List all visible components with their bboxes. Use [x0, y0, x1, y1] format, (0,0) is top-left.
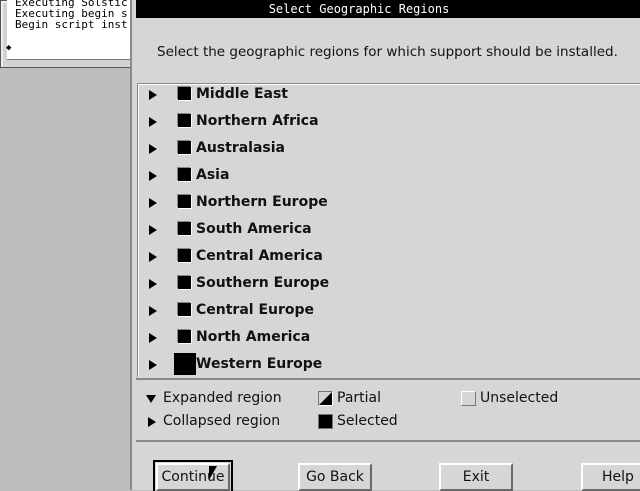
region-checkbox[interactable] — [178, 168, 191, 181]
collapsed-arrow-icon[interactable] — [149, 279, 157, 289]
region-row-central-america: Central America — [138, 246, 638, 268]
region-row-middle-east: Middle East — [138, 84, 638, 106]
region-label[interactable]: South America — [196, 221, 312, 237]
region-row-north-america: North America — [138, 327, 638, 349]
region-label[interactable]: Northern Africa — [196, 113, 319, 129]
region-label[interactable]: Central Europe — [196, 302, 314, 318]
region-row-central-europe: Central Europe — [138, 300, 638, 322]
dialog-titlebar[interactable]: Select Geographic Regions — [136, 0, 640, 18]
region-label[interactable]: Central America — [196, 248, 323, 264]
dialog-title: Select Geographic Regions — [268, 2, 450, 16]
region-checkbox[interactable] — [178, 222, 191, 235]
region-label[interactable]: Asia — [196, 167, 229, 183]
region-checkbox-focused[interactable] — [174, 353, 196, 375]
legend-panel: Expanded region Collapsed region Partial… — [136, 378, 640, 442]
unselected-checkbox-icon — [461, 391, 476, 406]
terminal-window: Executing Solstic Executing begin s Begi… — [0, 0, 158, 68]
region-list: Middle East Northern Africa Australasia … — [137, 83, 640, 377]
legend-collapsed-label: Collapsed region — [163, 413, 281, 429]
continue-button[interactable]: Continue — [153, 460, 233, 491]
legend-unselected-label: Unselected — [480, 390, 559, 406]
region-label[interactable]: North America — [196, 329, 310, 345]
collapsed-arrow-icon[interactable] — [149, 252, 157, 262]
terminal-cursor-icon: ◆ — [6, 43, 12, 53]
region-row-southern-europe: Southern Europe — [138, 273, 638, 295]
collapsed-arrow-icon[interactable] — [149, 90, 157, 100]
selected-checkbox-icon — [318, 414, 333, 429]
expanded-arrow-icon — [146, 395, 156, 403]
region-row-south-america: South America — [138, 219, 638, 241]
help-button[interactable]: Help — [581, 463, 640, 491]
mouse-pointer-icon — [209, 466, 217, 480]
partial-checkbox-icon — [318, 391, 333, 406]
region-label[interactable]: Southern Europe — [196, 275, 329, 291]
region-checkbox[interactable] — [178, 87, 191, 100]
collapsed-arrow-icon[interactable] — [149, 333, 157, 343]
region-label[interactable]: Australasia — [196, 140, 285, 156]
region-row-western-europe: Western Europe — [138, 353, 638, 376]
region-row-asia: Asia — [138, 165, 638, 187]
region-label[interactable]: Northern Europe — [196, 194, 328, 210]
legend-selected-label: Selected — [337, 413, 398, 429]
collapsed-arrow-icon[interactable] — [149, 306, 157, 316]
collapsed-arrow-icon[interactable] — [149, 144, 157, 154]
instructions-text: Select the geographic regions for which … — [157, 44, 618, 60]
region-row-northern-europe: Northern Europe — [138, 192, 638, 214]
region-row-australasia: Australasia — [138, 138, 638, 160]
collapsed-arrow-icon[interactable] — [149, 171, 157, 181]
select-regions-dialog: Select Geographic Regions Select the geo… — [130, 0, 640, 491]
exit-button[interactable]: Exit — [439, 463, 513, 491]
region-label[interactable]: Western Europe — [196, 356, 322, 372]
region-checkbox[interactable] — [178, 141, 191, 154]
region-checkbox[interactable] — [178, 195, 191, 208]
region-checkbox[interactable] — [178, 114, 191, 127]
collapsed-arrow-icon — [148, 417, 156, 427]
region-checkbox[interactable] — [178, 330, 191, 343]
legend-partial-label: Partial — [337, 390, 381, 406]
region-row-northern-africa: Northern Africa — [138, 111, 638, 133]
go-back-button[interactable]: Go Back — [298, 463, 372, 491]
legend-expanded-label: Expanded region — [163, 390, 282, 406]
collapsed-arrow-icon[interactable] — [149, 360, 157, 370]
region-checkbox[interactable] — [178, 276, 191, 289]
region-checkbox[interactable] — [178, 249, 191, 262]
collapsed-arrow-icon[interactable] — [149, 198, 157, 208]
collapsed-arrow-icon[interactable] — [149, 225, 157, 235]
region-checkbox[interactable] — [178, 303, 191, 316]
region-label[interactable]: Middle East — [196, 86, 288, 102]
collapsed-arrow-icon[interactable] — [149, 117, 157, 127]
